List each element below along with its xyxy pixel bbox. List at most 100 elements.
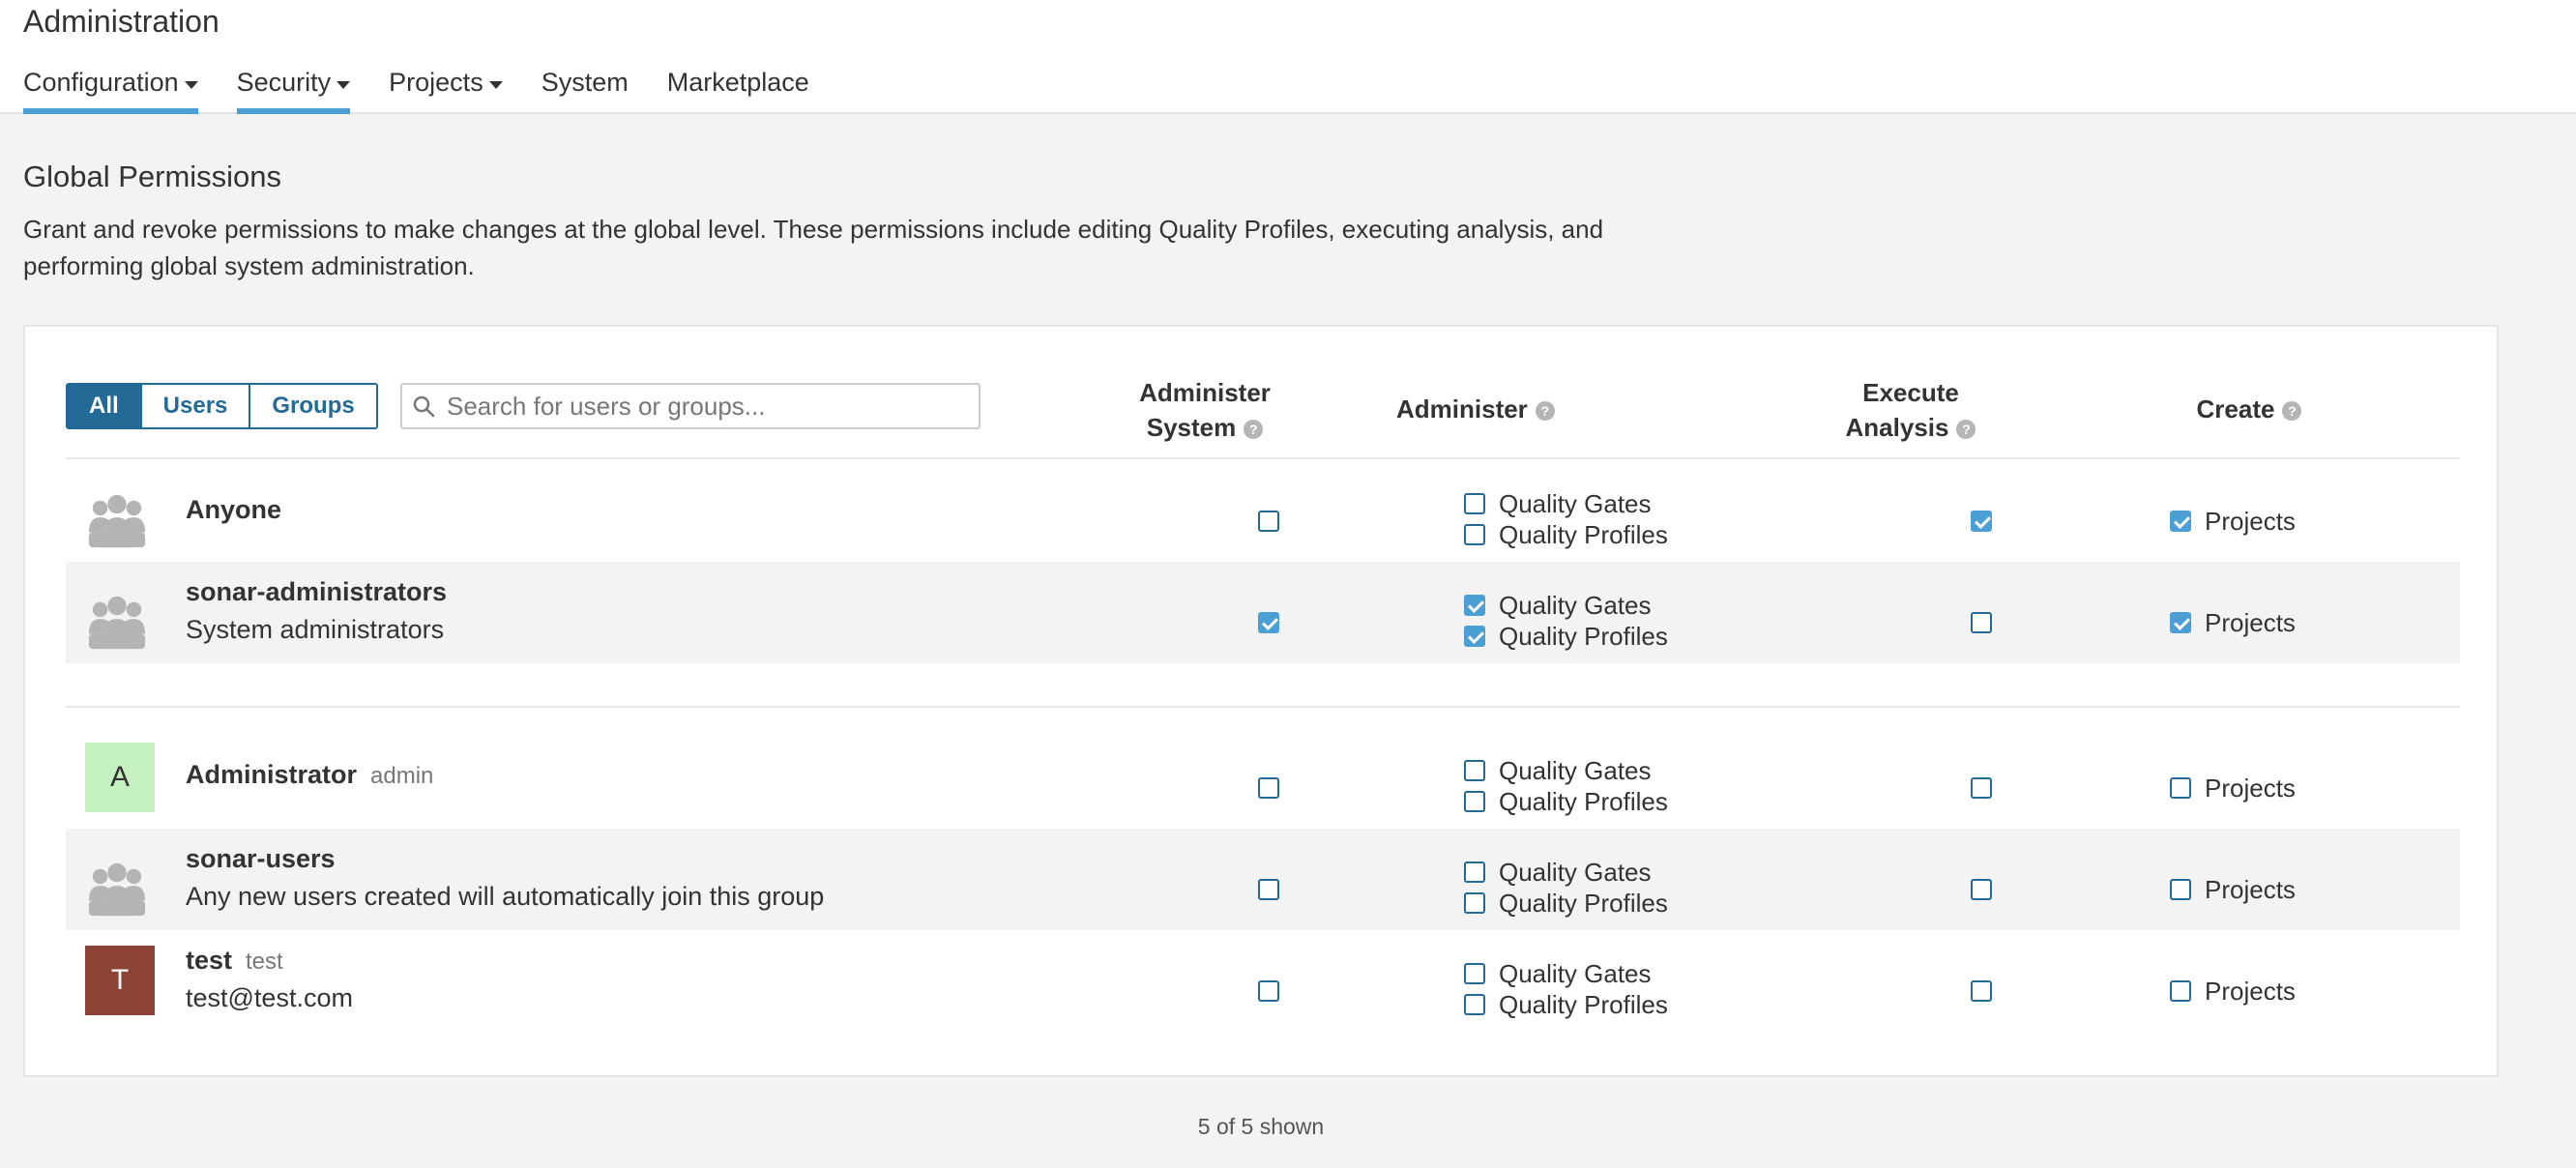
nav-security-label: Security (236, 68, 332, 97)
execute-analysis-checkbox[interactable] (1971, 879, 1992, 900)
group-name: Anyone (186, 495, 282, 524)
nav-configuration-label: Configuration (23, 68, 179, 97)
filter-all-button[interactable]: All (66, 383, 142, 429)
col-execute-analysis: Execute Analysis? (1824, 375, 1998, 445)
nav-system-label: System (541, 68, 629, 97)
execute-analysis-checkbox[interactable] (1971, 511, 1992, 532)
quality-gates-checkbox[interactable] (1464, 493, 1485, 514)
user-login: test (246, 949, 283, 975)
user-display-name: test (186, 946, 233, 975)
administer-system-checkbox[interactable] (1258, 612, 1279, 633)
avatar-initial: A (109, 761, 130, 793)
filter-users-button[interactable]: Users (141, 383, 251, 429)
quality-profiles-label: Quality Profiles (1499, 520, 1668, 549)
create-projects-checkbox[interactable] (2170, 879, 2191, 900)
permission-row-anyone: Anyone Quality Gates Quality Profiles Pr… (66, 460, 2460, 562)
permission-row-sonar-users: sonar-users Any new users created will a… (66, 829, 2460, 930)
quality-profiles-label: Quality Profiles (1499, 889, 1668, 918)
quality-profiles-checkbox[interactable] (1464, 892, 1485, 914)
group-icon (88, 596, 146, 650)
nav-marketplace[interactable]: Marketplace (667, 68, 809, 114)
quality-profiles-checkbox[interactable] (1464, 994, 1485, 1015)
col-administer: Administer? (1396, 392, 1628, 426)
search-icon (413, 395, 435, 418)
projects-label: Projects (2205, 977, 2296, 1006)
quality-gates-label: Quality Gates (1499, 591, 1652, 620)
projects-label: Projects (2205, 875, 2296, 904)
projects-label: Projects (2205, 608, 2296, 637)
results-count: 5 of 5 shown (1197, 1114, 1325, 1139)
execute-analysis-checkbox[interactable] (1971, 777, 1992, 799)
group-icon (88, 862, 146, 917)
create-projects-checkbox[interactable] (2170, 777, 2191, 799)
quality-gates-label: Quality Gates (1499, 489, 1652, 518)
create-projects-checkbox[interactable] (2170, 980, 2191, 1002)
user-name: test test (186, 946, 283, 976)
administer-system-checkbox[interactable] (1258, 777, 1279, 799)
app-title: Administration (23, 4, 220, 39)
caret-down-icon (337, 81, 351, 89)
group-name: sonar-users (186, 844, 336, 873)
caret-down-icon (184, 81, 198, 89)
nav-security[interactable]: Security (236, 68, 351, 114)
quality-profiles-label: Quality Profiles (1499, 622, 1668, 651)
top-bar: Administration Configuration Security Pr… (0, 0, 2576, 114)
quality-profiles-checkbox[interactable] (1464, 626, 1485, 647)
groups-users-divider (66, 706, 2460, 708)
admin-nav: Configuration Security Projects System M… (23, 68, 848, 114)
nav-system[interactable]: System (542, 68, 629, 114)
user-name: Administrator admin (186, 760, 433, 790)
help-icon[interactable]: ? (1956, 420, 1976, 440)
quality-gates-label: Quality Gates (1499, 756, 1652, 785)
group-description: Any new users created will automatically… (186, 882, 825, 911)
page-description: Grant and revoke permissions to make cha… (23, 215, 1604, 280)
col-administer-system: Administer System? (1118, 375, 1292, 445)
filter-groups-button[interactable]: Groups (250, 383, 378, 429)
projects-label: Projects (2205, 507, 2296, 536)
search-input[interactable] (447, 391, 969, 422)
nav-projects[interactable]: Projects (389, 68, 503, 114)
execute-analysis-checkbox[interactable] (1971, 612, 1992, 633)
filter-button-group: All Users Groups (66, 383, 378, 429)
execute-analysis-checkbox[interactable] (1971, 980, 1992, 1002)
header-divider (66, 457, 2460, 459)
quality-gates-checkbox[interactable] (1464, 760, 1485, 781)
help-icon[interactable]: ? (1535, 401, 1555, 422)
help-icon[interactable]: ? (2282, 401, 2302, 422)
create-projects-checkbox[interactable] (2170, 612, 2191, 633)
col-create: Create? (2172, 392, 2327, 426)
help-icon[interactable]: ? (1244, 420, 1264, 440)
nav-projects-label: Projects (389, 68, 483, 97)
group-name: sonar-administrators (186, 577, 448, 606)
caret-down-icon (488, 81, 503, 89)
quality-profiles-checkbox[interactable] (1464, 791, 1485, 812)
user-login: admin (370, 763, 434, 789)
avatar-initial: T (110, 964, 130, 996)
quality-gates-label: Quality Gates (1499, 858, 1652, 887)
quality-profiles-label: Quality Profiles (1499, 990, 1668, 1019)
col-administer-label: Administer (1396, 394, 1528, 423)
quality-gates-checkbox[interactable] (1464, 963, 1485, 984)
permission-row-administrator: A Administrator admin Quality Gates Quali… (66, 727, 2460, 829)
avatar: T (85, 946, 155, 1015)
permissions-card: All Users Groups Administer System? Admi… (23, 325, 2499, 1077)
col-create-label: Create (2196, 394, 2275, 423)
permission-row-sonar-administrators: sonar-administrators System administrato… (66, 562, 2460, 663)
avatar: A (85, 743, 155, 812)
quality-gates-label: Quality Gates (1499, 959, 1652, 988)
nav-marketplace-label: Marketplace (666, 68, 809, 97)
administer-system-checkbox[interactable] (1258, 980, 1279, 1002)
create-projects-checkbox[interactable] (2170, 511, 2191, 532)
administer-system-checkbox[interactable] (1258, 879, 1279, 900)
group-description: System administrators (186, 615, 445, 644)
quality-profiles-checkbox[interactable] (1464, 524, 1485, 545)
col-execute-analysis-label: Execute Analysis (1845, 378, 1959, 442)
quality-gates-checkbox[interactable] (1464, 861, 1485, 883)
group-icon (88, 494, 146, 548)
user-email: test@test.com (186, 983, 353, 1012)
nav-configuration[interactable]: Configuration (23, 68, 198, 114)
projects-label: Projects (2205, 774, 2296, 803)
quality-gates-checkbox[interactable] (1464, 595, 1485, 616)
administer-system-checkbox[interactable] (1258, 511, 1279, 532)
page-title: Global Permissions (23, 160, 282, 193)
